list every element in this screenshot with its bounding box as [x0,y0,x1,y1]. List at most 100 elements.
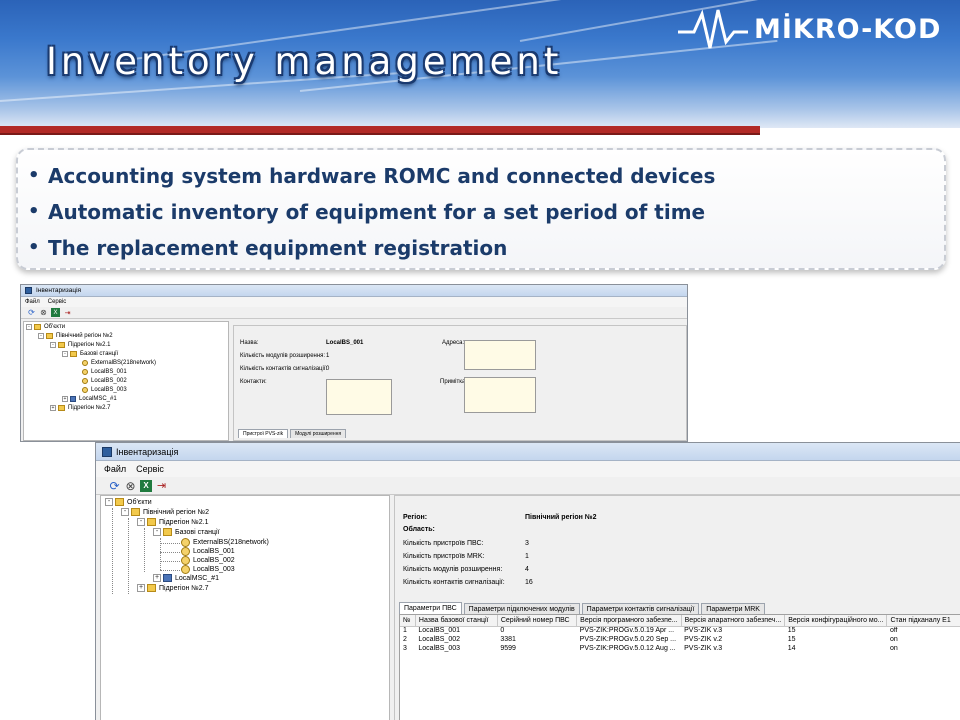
header-band: MİKRO-KOD Inventory management [0,0,960,128]
tree-msc[interactable]: + LocalMSC_#1 [153,574,219,582]
inventory-window-front: Інвентаризація Файл Сервіс ⟳ ⊗ X ⇥ - Об'є… [95,442,960,720]
address-label: Адреса: [442,340,465,346]
tab-contacts-params[interactable]: Параметри контактів сигналізації [581,603,700,614]
table-cell: PVS-ZIK:PROGv.5.0.19 Apr ... [579,627,675,635]
logo-text: MİKRO-KOD [754,14,942,45]
msc-icon [70,396,76,402]
excel-icon[interactable]: X [140,479,152,492]
refresh-icon[interactable]: ⟳ [108,479,121,493]
tree-bs-1[interactable]: LocalBS_001 [181,547,235,556]
tree-msc[interactable]: + LocalMSC_#1 [62,396,117,402]
excel-icon[interactable]: X [51,308,60,317]
modules-count-label: Кількість модулів розширення: [403,566,503,573]
column-header[interactable]: № [400,615,416,627]
mrk-count-value: 1 [525,553,529,560]
tree-bs-3[interactable]: LocalBS_003 [82,387,127,393]
folder-icon [163,528,172,536]
tab-pvs-devices[interactable]: Пристрої PVS-zik [238,429,289,438]
base-station-icon [82,387,88,393]
details-pane: Регіон: Північний регіон №2 Область: Кіл… [394,495,960,720]
stop-icon[interactable]: ⊗ [124,479,137,493]
area-label: Область: [403,526,435,533]
table-cell: 14 [787,645,796,652]
tree-bs-3[interactable]: LocalBS_003 [181,565,235,574]
tree-bs-2[interactable]: LocalBS_002 [82,378,127,384]
header-divider-shadow [0,133,760,135]
table-cell: 0 [500,627,505,635]
table-cell: 9599 [500,645,516,652]
base-station-icon [181,565,190,574]
table-row[interactable]: 1 LocalBS_001 0 PVS-ZIK:PROGv.5.0.19 Apr… [400,626,960,635]
table-cell: 15 [787,627,796,635]
table-cell: LocalBS_001 [418,627,461,635]
column-header[interactable]: Стан підканалу Е1 [886,615,960,627]
menu-file[interactable]: Файл [25,299,40,305]
tab-expansion-modules[interactable]: Модулі розширення [290,429,347,438]
folder-icon [147,518,156,526]
column-header[interactable]: Назва базової станції [415,615,498,627]
table-row[interactable]: 3 LocalBS_003 9599 PVS-ZIK:PROGv.5.0.12 … [400,644,960,653]
tree-pane: - Об'єкти - Північний регіон №2 - Підрегіон… [100,495,390,720]
note-field[interactable] [464,377,536,413]
menu-service[interactable]: Сервіс [48,299,67,305]
column-header[interactable]: Версія апаратного забезпеч... [681,615,786,627]
base-station-icon [82,360,88,366]
folder-icon [46,333,53,339]
contacts-count-label: Кількість контактів сигналізації: [403,579,505,586]
tree-region[interactable]: - Північний регіон №2 [38,333,113,339]
contacts-count-value: 16 [525,579,533,586]
tree-bs-2[interactable]: LocalBS_002 [181,556,235,565]
tree-root[interactable]: - Об'єкти [26,324,65,330]
window-title: Інвентаризація [116,446,179,457]
tree-bs-group[interactable]: - Базові станції [153,528,220,536]
pvs-table: № Назва базової станції Серійний номер П… [399,614,960,720]
name-label: Назва: [240,340,259,346]
base-station-icon [82,378,88,384]
column-header[interactable]: Серійний номер ПВС [497,615,578,627]
folder-icon [115,498,124,506]
title-bar: Інвентаризація [21,285,687,297]
stop-icon[interactable]: ⊗ [39,308,48,317]
menu-bar: Файл Сервіс [96,461,960,477]
base-station-icon [181,547,190,556]
tab-strip: Пристрої PVS-zik Модулі розширення [238,428,348,438]
tree-region[interactable]: - Північний регіон №2 [121,508,209,516]
tree-subregion[interactable]: - Підрегіон №2.1 [50,342,110,348]
table-cell: 3381 [500,636,516,643]
contacts-count-label: Кількість контактів сигналізації: [240,366,328,372]
column-header[interactable]: Версія програмного забезпе... [576,615,682,627]
table-cell: LocalBS_002 [418,636,461,643]
contacts-field[interactable] [326,379,392,415]
address-field[interactable] [464,340,536,370]
tree-bs-1[interactable]: LocalBS_001 [82,369,127,375]
refresh-icon[interactable]: ⟳ [27,308,36,317]
bullet-item: Accounting system hardware ROMC and conn… [28,158,715,194]
tree-subregion-2[interactable]: + Підрегіон №2.7 [137,584,209,592]
tab-pvs-params[interactable]: Параметри ПВС [399,602,462,614]
tree-bs-ext[interactable]: ExternalBS(218network) [82,360,156,366]
bullet-box: Accounting system hardware ROMC and conn… [16,148,946,270]
folder-icon [131,508,140,516]
table-cell: 1 [403,627,407,635]
toolbar: ⟳ ⊗ X ⇥ [96,477,960,495]
mrk-count-label: Кількість пристроїв MRK: [403,553,485,560]
tree-subregion[interactable]: - Підрегіон №2.1 [137,518,209,526]
tree-bs-group[interactable]: - Базові станції [62,351,118,357]
table-cell: 2 [403,636,407,643]
menu-service[interactable]: Сервіс [136,464,164,474]
exit-icon[interactable]: ⇥ [155,479,168,492]
table-cell: LocalBS_003 [418,645,461,652]
tab-modules-params[interactable]: Параметри підключених модулів [463,603,580,614]
tab-mrk-params[interactable]: Параметри MRK [701,603,765,614]
tree-subregion-2[interactable]: + Підрегіон №2.7 [50,405,110,411]
table-row[interactable]: 2 LocalBS_002 3381 PVS-ZIK:PROGv.5.0.20 … [400,635,960,644]
folder-icon [70,351,77,357]
column-header[interactable]: Версія конфігураційного мо... [784,615,888,627]
table-cell: off [889,627,898,635]
exit-icon[interactable]: ⇥ [63,308,72,317]
menu-file[interactable]: Файл [104,464,126,474]
bullet-list: Accounting system hardware ROMC and conn… [28,158,715,266]
tree-bs-ext[interactable]: ExternalBS(218network) [181,538,269,547]
tree-root[interactable]: - Об'єкти [105,498,152,506]
folder-icon [58,405,65,411]
